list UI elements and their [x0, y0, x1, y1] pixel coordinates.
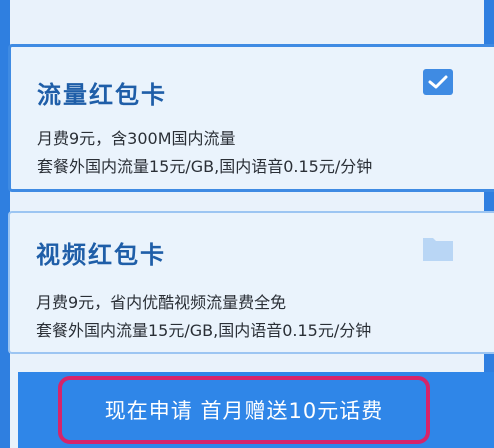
- apply-now-button[interactable]: 现在申请 首月赠送10元话费: [58, 376, 430, 444]
- plan-title: 流量红包卡: [37, 81, 167, 109]
- plan-fee-text: 月费9元，省内优酷视频流量费全免: [36, 293, 287, 312]
- folder-icon: [422, 234, 454, 262]
- plan-card-video[interactable]: 视频红包卡 月费9元，省内优酷视频流量费全免 套餐外国内流量15元/GB,国内语…: [8, 211, 494, 354]
- plan-title: 视频红包卡: [36, 241, 166, 269]
- plan-extra-fee-text: 套餐外国内流量15元/GB,国内语音0.15元/分钟: [37, 157, 373, 176]
- checkmark-icon: [423, 69, 453, 95]
- plan-card-traffic[interactable]: 流量红包卡 月费9元，含300M国内流量 套餐外国内流量15元/GB,国内语音0…: [8, 44, 494, 192]
- plan-extra-fee-text: 套餐外国内流量15元/GB,国内语音0.15元/分钟: [36, 321, 372, 340]
- plan-fee-text: 月费9元，含300M国内流量: [37, 129, 236, 148]
